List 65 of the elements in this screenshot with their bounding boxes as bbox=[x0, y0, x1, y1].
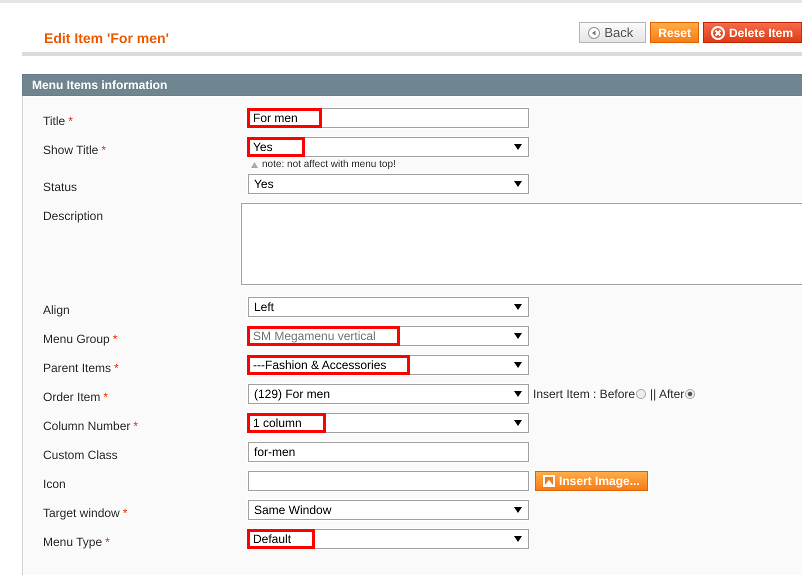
required-mark: * bbox=[105, 535, 110, 549]
field-label: Order Item bbox=[43, 390, 100, 404]
dropdown-arrow-icon bbox=[514, 181, 522, 187]
description-textarea[interactable] bbox=[241, 203, 802, 285]
field-value: Yes bbox=[253, 177, 275, 191]
page-title: Edit Item 'For men' bbox=[44, 30, 169, 46]
required-mark: * bbox=[133, 419, 138, 433]
select-field[interactable]: Default bbox=[248, 529, 529, 549]
dropdown-arrow-icon bbox=[514, 304, 522, 310]
field-value: Default bbox=[252, 532, 292, 546]
required-mark: * bbox=[103, 390, 108, 404]
dropdown-arrow-icon bbox=[514, 507, 522, 513]
required-mark: * bbox=[68, 114, 73, 128]
field-value: ---Fashion & Accessories bbox=[252, 358, 388, 372]
dropdown-arrow-icon bbox=[514, 536, 522, 542]
field-value: SM Megamenu vertical bbox=[252, 329, 377, 343]
note-triangle-icon bbox=[251, 162, 258, 168]
required-mark: * bbox=[122, 506, 128, 520]
dropdown-arrow-icon bbox=[514, 144, 522, 150]
select-field[interactable]: Same Window bbox=[248, 500, 529, 520]
radio-button[interactable] bbox=[636, 389, 646, 399]
field-label: Show Title bbox=[43, 143, 98, 157]
field-value: for-men bbox=[253, 445, 296, 459]
select-field[interactable]: Yes bbox=[248, 137, 529, 157]
field-label: Title bbox=[43, 114, 66, 128]
field-label: Description bbox=[43, 209, 104, 223]
select-field[interactable]: 1 column bbox=[248, 413, 529, 433]
select-field[interactable]: ---Fashion & Accessories bbox=[248, 355, 529, 375]
required-mark: * bbox=[101, 143, 106, 157]
field-label: Align bbox=[43, 303, 70, 317]
section-header: Menu Items information bbox=[22, 74, 802, 96]
field-value: Left bbox=[253, 300, 276, 314]
field-label: Menu Group bbox=[43, 332, 110, 346]
dropdown-arrow-icon bbox=[514, 362, 522, 368]
dropdown-arrow-icon bbox=[514, 420, 522, 426]
dropdown-arrow-icon bbox=[514, 391, 522, 397]
field-label: Status bbox=[43, 180, 78, 194]
select-field[interactable]: Yes bbox=[248, 174, 529, 194]
field-label: Column Number bbox=[43, 419, 130, 433]
required-mark: * bbox=[112, 332, 118, 346]
back-button[interactable]: Back bbox=[579, 22, 646, 43]
field-value: Yes bbox=[252, 140, 274, 154]
after-label: || After bbox=[650, 387, 684, 401]
text-field[interactable] bbox=[248, 471, 529, 491]
delete-button[interactable]: Delete Item bbox=[702, 22, 802, 43]
field-label: Icon bbox=[43, 477, 66, 491]
image-icon bbox=[543, 475, 555, 487]
select-field[interactable]: Left bbox=[248, 297, 529, 317]
field-label: Parent Items bbox=[43, 361, 112, 375]
insert-label: Insert Item : Before bbox=[533, 387, 636, 401]
text-field[interactable]: For men bbox=[248, 108, 529, 128]
radio-button[interactable] bbox=[685, 389, 696, 399]
field-note: note: not affect with menu top! bbox=[262, 159, 396, 170]
field-value: (129) For men bbox=[253, 387, 332, 401]
select-field[interactable]: (129) For men bbox=[248, 384, 529, 404]
close-icon bbox=[710, 26, 725, 40]
dropdown-arrow-icon bbox=[514, 333, 522, 339]
required-mark: * bbox=[114, 361, 119, 375]
field-label: Custom Class bbox=[43, 448, 118, 462]
field-value: 1 column bbox=[252, 416, 303, 430]
text-field[interactable]: for-men bbox=[248, 442, 529, 462]
field-value: For men bbox=[252, 111, 299, 125]
field-value: Same Window bbox=[253, 503, 332, 517]
field-label: Menu Type bbox=[43, 535, 102, 549]
field-label: Target window bbox=[43, 506, 120, 520]
